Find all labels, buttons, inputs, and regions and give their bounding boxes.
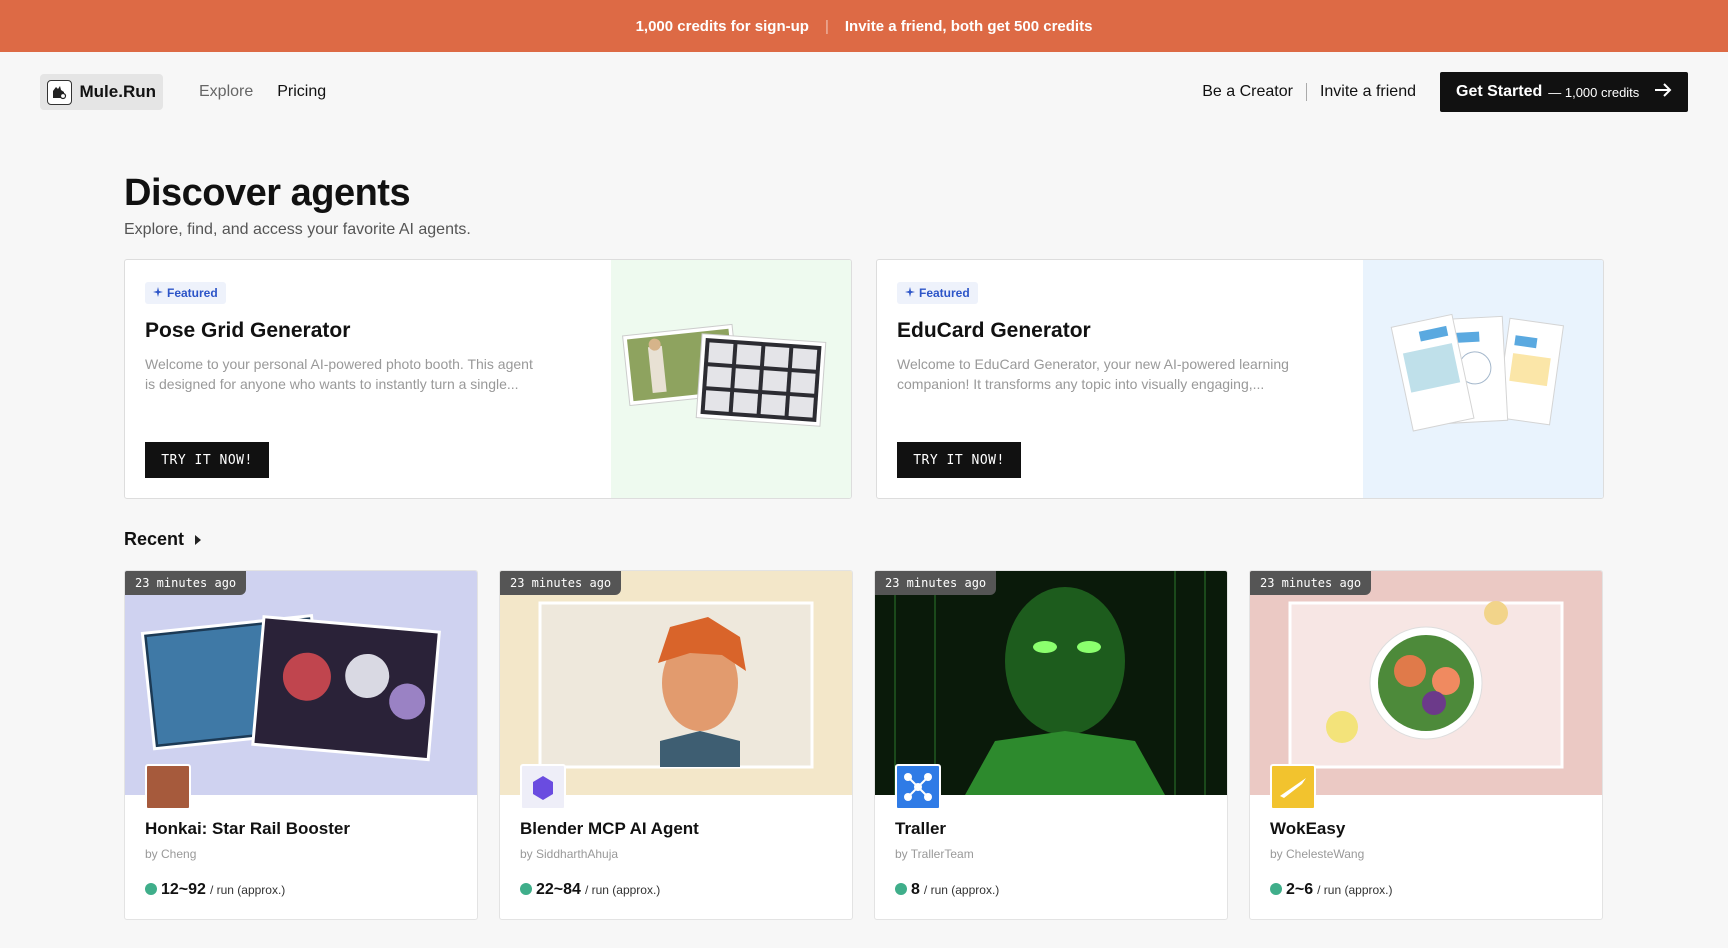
agent-author: by SiddharthAhuja xyxy=(520,847,619,861)
agent-card[interactable]: 23 minutes ago WokEasy by ChelesteWang 2… xyxy=(1249,570,1603,920)
featured-description-line: Welcome to your personal AI-powered phot… xyxy=(145,356,533,372)
agent-price: 2~6 / run (approx.) xyxy=(1270,881,1582,899)
featured-title: EduCard Generator xyxy=(897,319,1091,342)
invite-friend-link[interactable]: Invite a friend xyxy=(1320,83,1416,101)
credit-icon xyxy=(1270,883,1282,895)
get-started-label: Get Started xyxy=(1456,83,1543,100)
agent-card[interactable]: 23 minutes ago Traller by TrallerTeam 8 … xyxy=(874,570,1228,920)
agent-cover-image: 23 minutes ago xyxy=(1250,571,1602,795)
credit-icon xyxy=(145,883,157,895)
price-value: 8 xyxy=(911,881,920,898)
agent-avatar xyxy=(145,764,191,810)
price-value: 22~84 xyxy=(536,881,581,898)
agent-name: Blender MCP AI Agent xyxy=(520,819,699,838)
agent-author: by ChelesteWang xyxy=(1270,847,1365,861)
price-value: 2~6 xyxy=(1286,881,1314,898)
promo-invite-text: Invite a friend, both get 500 credits xyxy=(844,17,1093,35)
time-badge: 23 minutes ago xyxy=(500,571,622,595)
featured-description-line: Welcome to EduCard Generator, your new A… xyxy=(897,356,1289,372)
agent-name: Traller xyxy=(895,819,947,838)
featured-badge-label: Featured xyxy=(167,286,218,300)
agent-price: 12~92 / run (approx.) xyxy=(145,881,457,899)
agent-name: WokEasy xyxy=(1270,819,1346,838)
agent-cover-image: 23 minutes ago xyxy=(500,571,852,795)
price-value: 12~92 xyxy=(161,881,206,898)
educard-preview-image xyxy=(1363,260,1603,498)
top-navbar: Mule.Run Explore Pricing Be a Creator In… xyxy=(0,52,1728,132)
agent-price: 22~84 / run (approx.) xyxy=(520,881,832,899)
recent-agents-list: 23 minutes ago Honkai: Star Rail Booster… xyxy=(124,570,1728,920)
agent-author: by Cheng xyxy=(145,847,197,861)
agent-cover-image: 23 minutes ago xyxy=(125,571,477,795)
featured-info: Featured Pose Grid Generator Welcome to … xyxy=(125,260,611,498)
price-unit: / run (approx.) xyxy=(923,883,1000,897)
caret-right-icon xyxy=(194,529,202,550)
agent-info: Honkai: Star Rail Booster by Cheng 12~92… xyxy=(125,795,477,899)
mule-logo-icon xyxy=(47,79,72,105)
agent-price: 8 / run (approx.) xyxy=(895,881,1207,899)
recent-section-header[interactable]: Recent xyxy=(124,529,1728,550)
time-badge: 23 minutes ago xyxy=(875,571,997,595)
promo-signup-text: 1,000 credits for sign-up xyxy=(635,17,809,35)
time-badge: 23 minutes ago xyxy=(1250,571,1372,595)
agent-card[interactable]: 23 minutes ago Blender MCP AI Agent by S… xyxy=(499,570,853,920)
nav-pricing[interactable]: Pricing xyxy=(277,83,326,101)
agent-avatar xyxy=(895,764,941,810)
featured-card-pose-grid[interactable]: Featured Pose Grid Generator Welcome to … xyxy=(124,259,852,499)
featured-badge: Featured xyxy=(145,282,226,304)
main-nav: Explore Pricing xyxy=(199,83,326,101)
promo-banner[interactable]: 1,000 credits for sign-up | Invite a fri… xyxy=(0,0,1728,52)
arrow-right-icon xyxy=(1654,82,1672,102)
recent-heading: Recent xyxy=(124,529,185,549)
credit-icon xyxy=(895,883,907,895)
try-it-now-button[interactable]: TRY IT NOW! xyxy=(145,442,269,478)
logo[interactable]: Mule.Run xyxy=(40,74,163,110)
featured-description: Welcome to EduCard Generator, your new A… xyxy=(897,354,1343,394)
agent-card[interactable]: 23 minutes ago Honkai: Star Rail Booster… xyxy=(124,570,478,920)
logo-text: Mule.Run xyxy=(79,82,157,101)
sparkle-icon xyxy=(905,286,915,300)
try-it-now-button[interactable]: TRY IT NOW! xyxy=(897,442,1021,478)
agent-info: WokEasy by ChelesteWang 2~6 / run (appro… xyxy=(1250,795,1602,899)
featured-description-line: companion! It transforms any topic into … xyxy=(897,376,1265,392)
featured-description: Welcome to your personal AI-powered phot… xyxy=(145,354,591,394)
nav-divider xyxy=(1305,83,1307,101)
nav-explore[interactable]: Explore xyxy=(199,83,253,101)
featured-badge: Featured xyxy=(897,282,978,304)
be-creator-link[interactable]: Be a Creator xyxy=(1202,83,1293,101)
featured-row: Featured Pose Grid Generator Welcome to … xyxy=(124,259,1728,499)
time-badge: 23 minutes ago xyxy=(125,571,247,595)
agent-avatar xyxy=(1270,764,1316,810)
page-subtitle: Explore, find, and access your favorite … xyxy=(124,221,471,238)
sparkle-icon xyxy=(153,286,163,300)
credit-icon xyxy=(520,883,532,895)
promo-separator: | xyxy=(824,17,829,35)
price-unit: / run (approx.) xyxy=(209,883,286,897)
featured-description-line: is designed for anyone who wants to inst… xyxy=(145,376,519,392)
agent-info: Blender MCP AI Agent by SiddharthAhuja 2… xyxy=(500,795,852,899)
nav-right: Be a Creator Invite a friend Get Started… xyxy=(1202,72,1688,112)
agent-cover-image: 23 minutes ago xyxy=(875,571,1227,795)
agent-info: Traller by TrallerTeam 8 / run (approx.) xyxy=(875,795,1227,899)
agent-avatar xyxy=(520,764,566,810)
price-unit: / run (approx.) xyxy=(584,883,661,897)
page-title: Discover agents xyxy=(124,172,411,214)
pose-grid-preview-image xyxy=(611,260,851,498)
price-unit: / run (approx.) xyxy=(1317,883,1393,897)
get-started-credits: — 1,000 credits xyxy=(1548,84,1640,100)
get-started-button[interactable]: Get Started — 1,000 credits xyxy=(1440,72,1688,112)
featured-badge-label: Featured xyxy=(919,286,970,300)
agent-name: Honkai: Star Rail Booster xyxy=(145,819,350,838)
featured-card-educard[interactable]: Featured EduCard Generator Welcome to Ed… xyxy=(876,259,1604,499)
main-content: Discover agents Explore, find, and acces… xyxy=(0,172,1728,920)
featured-info: Featured EduCard Generator Welcome to Ed… xyxy=(877,260,1363,498)
agent-author: by TrallerTeam xyxy=(895,847,974,861)
featured-title: Pose Grid Generator xyxy=(145,319,351,342)
